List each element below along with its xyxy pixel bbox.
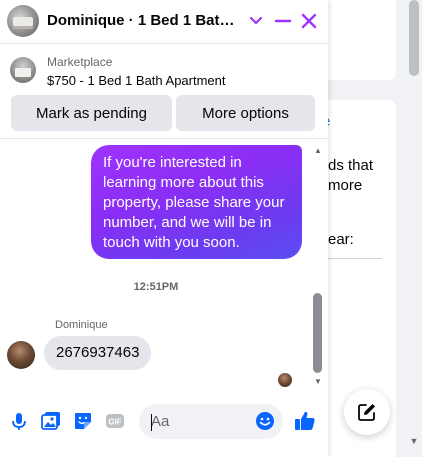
chat-header: Dominique · 1 Bed 1 Bath Apartment: [0, 0, 328, 44]
page-scroll-down-arrow[interactable]: ▼: [408, 436, 420, 446]
message-composer: GIF: [0, 398, 328, 448]
page-scrollbar-thumb[interactable]: [409, 0, 419, 76]
sticker-icon[interactable]: [72, 410, 94, 432]
message-timestamp: 12:51PM: [133, 281, 179, 293]
new-message-button[interactable]: [344, 389, 390, 435]
microphone-icon[interactable]: [8, 410, 30, 432]
background-text: ds that: [328, 157, 374, 174]
background-text: e: [328, 113, 330, 130]
photo-icon[interactable]: [40, 410, 62, 432]
gif-icon[interactable]: GIF: [104, 410, 126, 432]
message-scroll-up-arrow[interactable]: ▲: [313, 147, 323, 155]
mark-as-pending-button[interactable]: Mark as pending: [11, 95, 172, 131]
marketplace-label: Marketplace: [47, 55, 113, 69]
message-list: ▲ If you're interested in learning more …: [0, 140, 328, 396]
outgoing-message[interactable]: If you're interested in learning more ab…: [91, 145, 302, 259]
background-text: more: [328, 177, 363, 194]
minimize-icon[interactable]: [270, 8, 296, 34]
background-text: ear:: [328, 231, 354, 248]
chat-title[interactable]: Dominique · 1 Bed 1 Bath Apartment: [47, 12, 243, 29]
background-divider: [328, 258, 382, 259]
listing-thumbnail[interactable]: [10, 57, 36, 83]
gif-label: GIF: [108, 418, 121, 427]
sender-avatar[interactable]: [7, 341, 35, 369]
message-scrollbar-thumb[interactable]: [313, 293, 322, 373]
chevron-down-icon[interactable]: [243, 8, 269, 34]
background-card-top: [328, 0, 396, 80]
contact-avatar[interactable]: [7, 5, 39, 37]
thumbs-up-icon[interactable]: [293, 409, 317, 433]
marketplace-bar: Marketplace $750 - 1 Bed 1 Bath Apartmen…: [0, 45, 328, 139]
more-options-button[interactable]: More options: [176, 95, 315, 131]
read-receipt-avatar: [278, 373, 292, 387]
sender-name: Dominique: [55, 319, 108, 331]
listing-title[interactable]: $750 - 1 Bed 1 Bath Apartment: [47, 73, 226, 88]
close-icon[interactable]: [296, 8, 322, 34]
incoming-message[interactable]: 2676937463: [44, 336, 152, 370]
compose-icon: [358, 404, 375, 421]
message-scroll-down-arrow[interactable]: ▼: [313, 378, 323, 386]
chat-window: Dominique · 1 Bed 1 Bath Apartment Marke…: [0, 0, 328, 457]
emoji-icon[interactable]: [254, 410, 276, 432]
text-caret: [151, 414, 152, 431]
